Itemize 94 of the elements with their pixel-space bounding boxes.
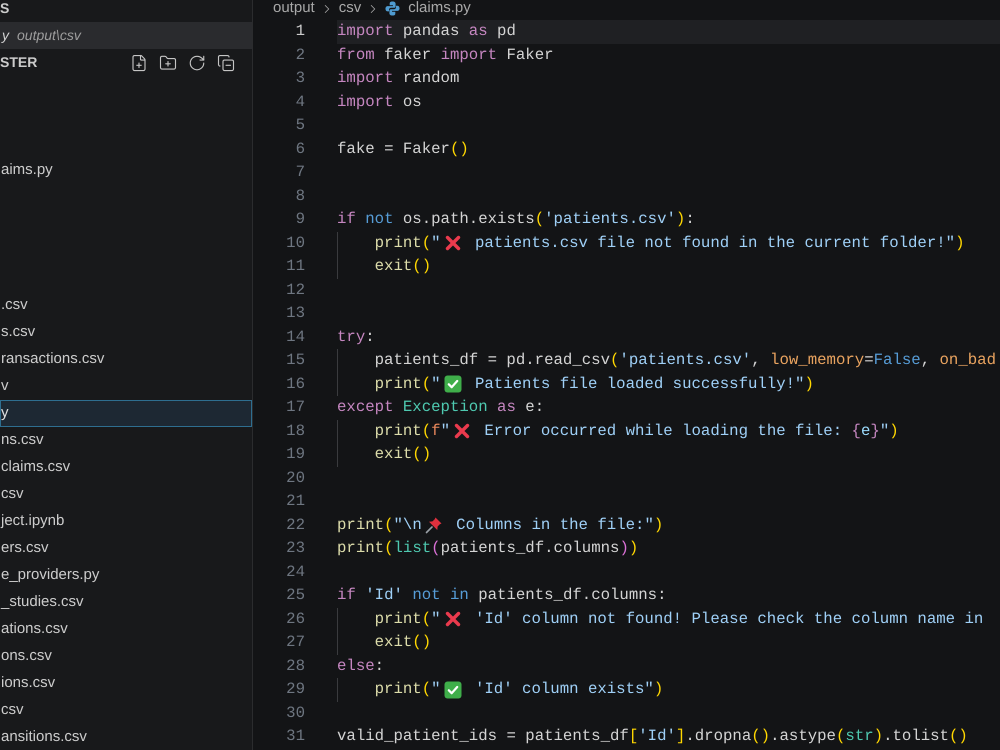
code-line: exit() — [337, 631, 432, 654]
file-item[interactable]: _studies.csv — [0, 589, 252, 616]
line-number: 10 — [285, 232, 305, 254]
file-item[interactable]: ns.csv — [0, 427, 252, 454]
file-item[interactable]: ers.csv — [0, 535, 252, 562]
code-text: print(f" — [337, 420, 450, 443]
file-item[interactable]: .csv — [0, 292, 252, 319]
breadcrumb-item[interactable]: claims.py — [408, 0, 471, 20]
explorer-title: STER — [0, 53, 38, 72]
code-line: fake = Faker() — [337, 138, 469, 160]
line-number: 8 — [294, 186, 305, 206]
code-line: import random — [337, 68, 460, 89]
file-item[interactable]: ions.csv — [0, 670, 252, 697]
file-item[interactable]: v — [0, 373, 252, 400]
check-mark-icon — [444, 680, 462, 699]
line-number: 27 — [285, 632, 305, 653]
file-item[interactable]: ransactions.csv — [0, 346, 252, 373]
breadcrumb-item[interactable]: csv — [338, 0, 362, 20]
line-number: 3 — [294, 68, 305, 89]
python-file-icon — [385, 1, 400, 16]
code-text: print(" — [337, 678, 441, 702]
file-item[interactable]: ations.csv — [0, 616, 252, 643]
line-number: 5 — [294, 115, 305, 136]
cross-mark-icon — [444, 610, 462, 628]
open-editor-item[interactable]: y output\csv — [0, 22, 252, 49]
code-line: try: — [337, 326, 375, 348]
file-item[interactable]: csv — [0, 481, 252, 508]
code-text: Columns in the file:") — [455, 514, 664, 536]
file-item[interactable]: s.csv — [0, 319, 252, 346]
line-number: 18 — [285, 420, 305, 442]
collapse-icon[interactable] — [217, 54, 235, 72]
line-number: 31 — [285, 726, 305, 747]
line-number: 17 — [285, 397, 305, 418]
line-number: 20 — [285, 468, 305, 488]
code-text: print(" — [337, 608, 441, 631]
code-line: if 'Id' not in patients_df.columns: — [337, 585, 667, 606]
code-line: exit() — [337, 443, 432, 466]
code-text: print(" — [337, 232, 441, 255]
code-line: print(list(patients_df.columns)) — [337, 538, 638, 559]
line-number: 4 — [294, 92, 305, 112]
line-number: 11 — [285, 256, 305, 277]
file-item[interactable]: ject.ipynb — [0, 508, 252, 535]
line-number: 24 — [285, 562, 305, 582]
new-file-icon[interactable] — [130, 54, 148, 72]
line-number: 12 — [285, 280, 305, 300]
line-number: 23 — [285, 538, 305, 559]
line-number: 25 — [285, 585, 305, 606]
line-number: 1 — [294, 21, 305, 42]
breadcrumb-item[interactable]: output — [273, 0, 315, 20]
line-number: 7 — [294, 162, 305, 183]
file-item[interactable]: e_providers.py — [0, 562, 252, 589]
line-number: 16 — [285, 374, 305, 394]
code-line: import os — [337, 92, 422, 112]
code-line: valid_patient_ids = patients_df['Id'].dropna().astype(str).tolist() — [337, 726, 968, 747]
new-folder-icon[interactable] — [159, 54, 177, 72]
code-line: import pandas as pd — [337, 21, 516, 42]
pushpin-icon — [425, 516, 444, 534]
cross-mark-icon — [453, 422, 472, 440]
line-number: 28 — [285, 656, 305, 676]
cross-mark-icon — [444, 234, 462, 252]
code-text: Patients file loaded successfully!") — [474, 374, 814, 394]
code-text: Error occurred while loading the file: {e}") — [483, 420, 899, 442]
check-mark-icon — [444, 375, 462, 394]
section-title: S — [0, 0, 10, 16]
code-line: else: — [337, 656, 384, 676]
line-number: 22 — [285, 514, 305, 536]
line-number: 13 — [285, 303, 305, 324]
code-text: 'Id' column exists") — [474, 679, 664, 700]
line-number: 19 — [285, 444, 305, 465]
file-item[interactable]: ansitions.csv — [0, 724, 252, 750]
line-number: 29 — [285, 679, 305, 700]
code-line: from faker import Faker — [337, 44, 554, 66]
code-line: patients_df = pd.read_csv('patients.csv', low_memory=False, on_bad — [337, 349, 996, 372]
file-item[interactable]: y — [0, 400, 252, 427]
file-item[interactable]: claims.csv — [0, 454, 252, 481]
line-number: 21 — [285, 491, 305, 512]
code-text: 'Id' column not found! Please check the column name in — [474, 608, 984, 630]
line-number: 26 — [285, 608, 305, 630]
file-item[interactable]: ons.csv — [0, 643, 252, 670]
code-line: exit() — [337, 255, 432, 278]
code-text: print(" — [337, 372, 441, 396]
line-number: 30 — [285, 702, 305, 724]
refresh-icon[interactable] — [188, 54, 206, 72]
line-number: 15 — [285, 350, 305, 371]
code-line: except Exception as e: — [337, 397, 544, 418]
code-line: if not os.path.exists('patients.csv'): — [337, 209, 695, 230]
line-number: 14 — [285, 326, 305, 348]
file-item[interactable]: csv — [0, 697, 252, 724]
line-number: 9 — [294, 209, 305, 230]
line-number: 6 — [294, 138, 305, 160]
line-number: 2 — [294, 44, 305, 66]
file-item[interactable]: aims.py — [0, 157, 252, 184]
code-text: print("\n — [337, 514, 422, 536]
code-text: patients.csv file not found in the current folder!") — [474, 232, 965, 254]
